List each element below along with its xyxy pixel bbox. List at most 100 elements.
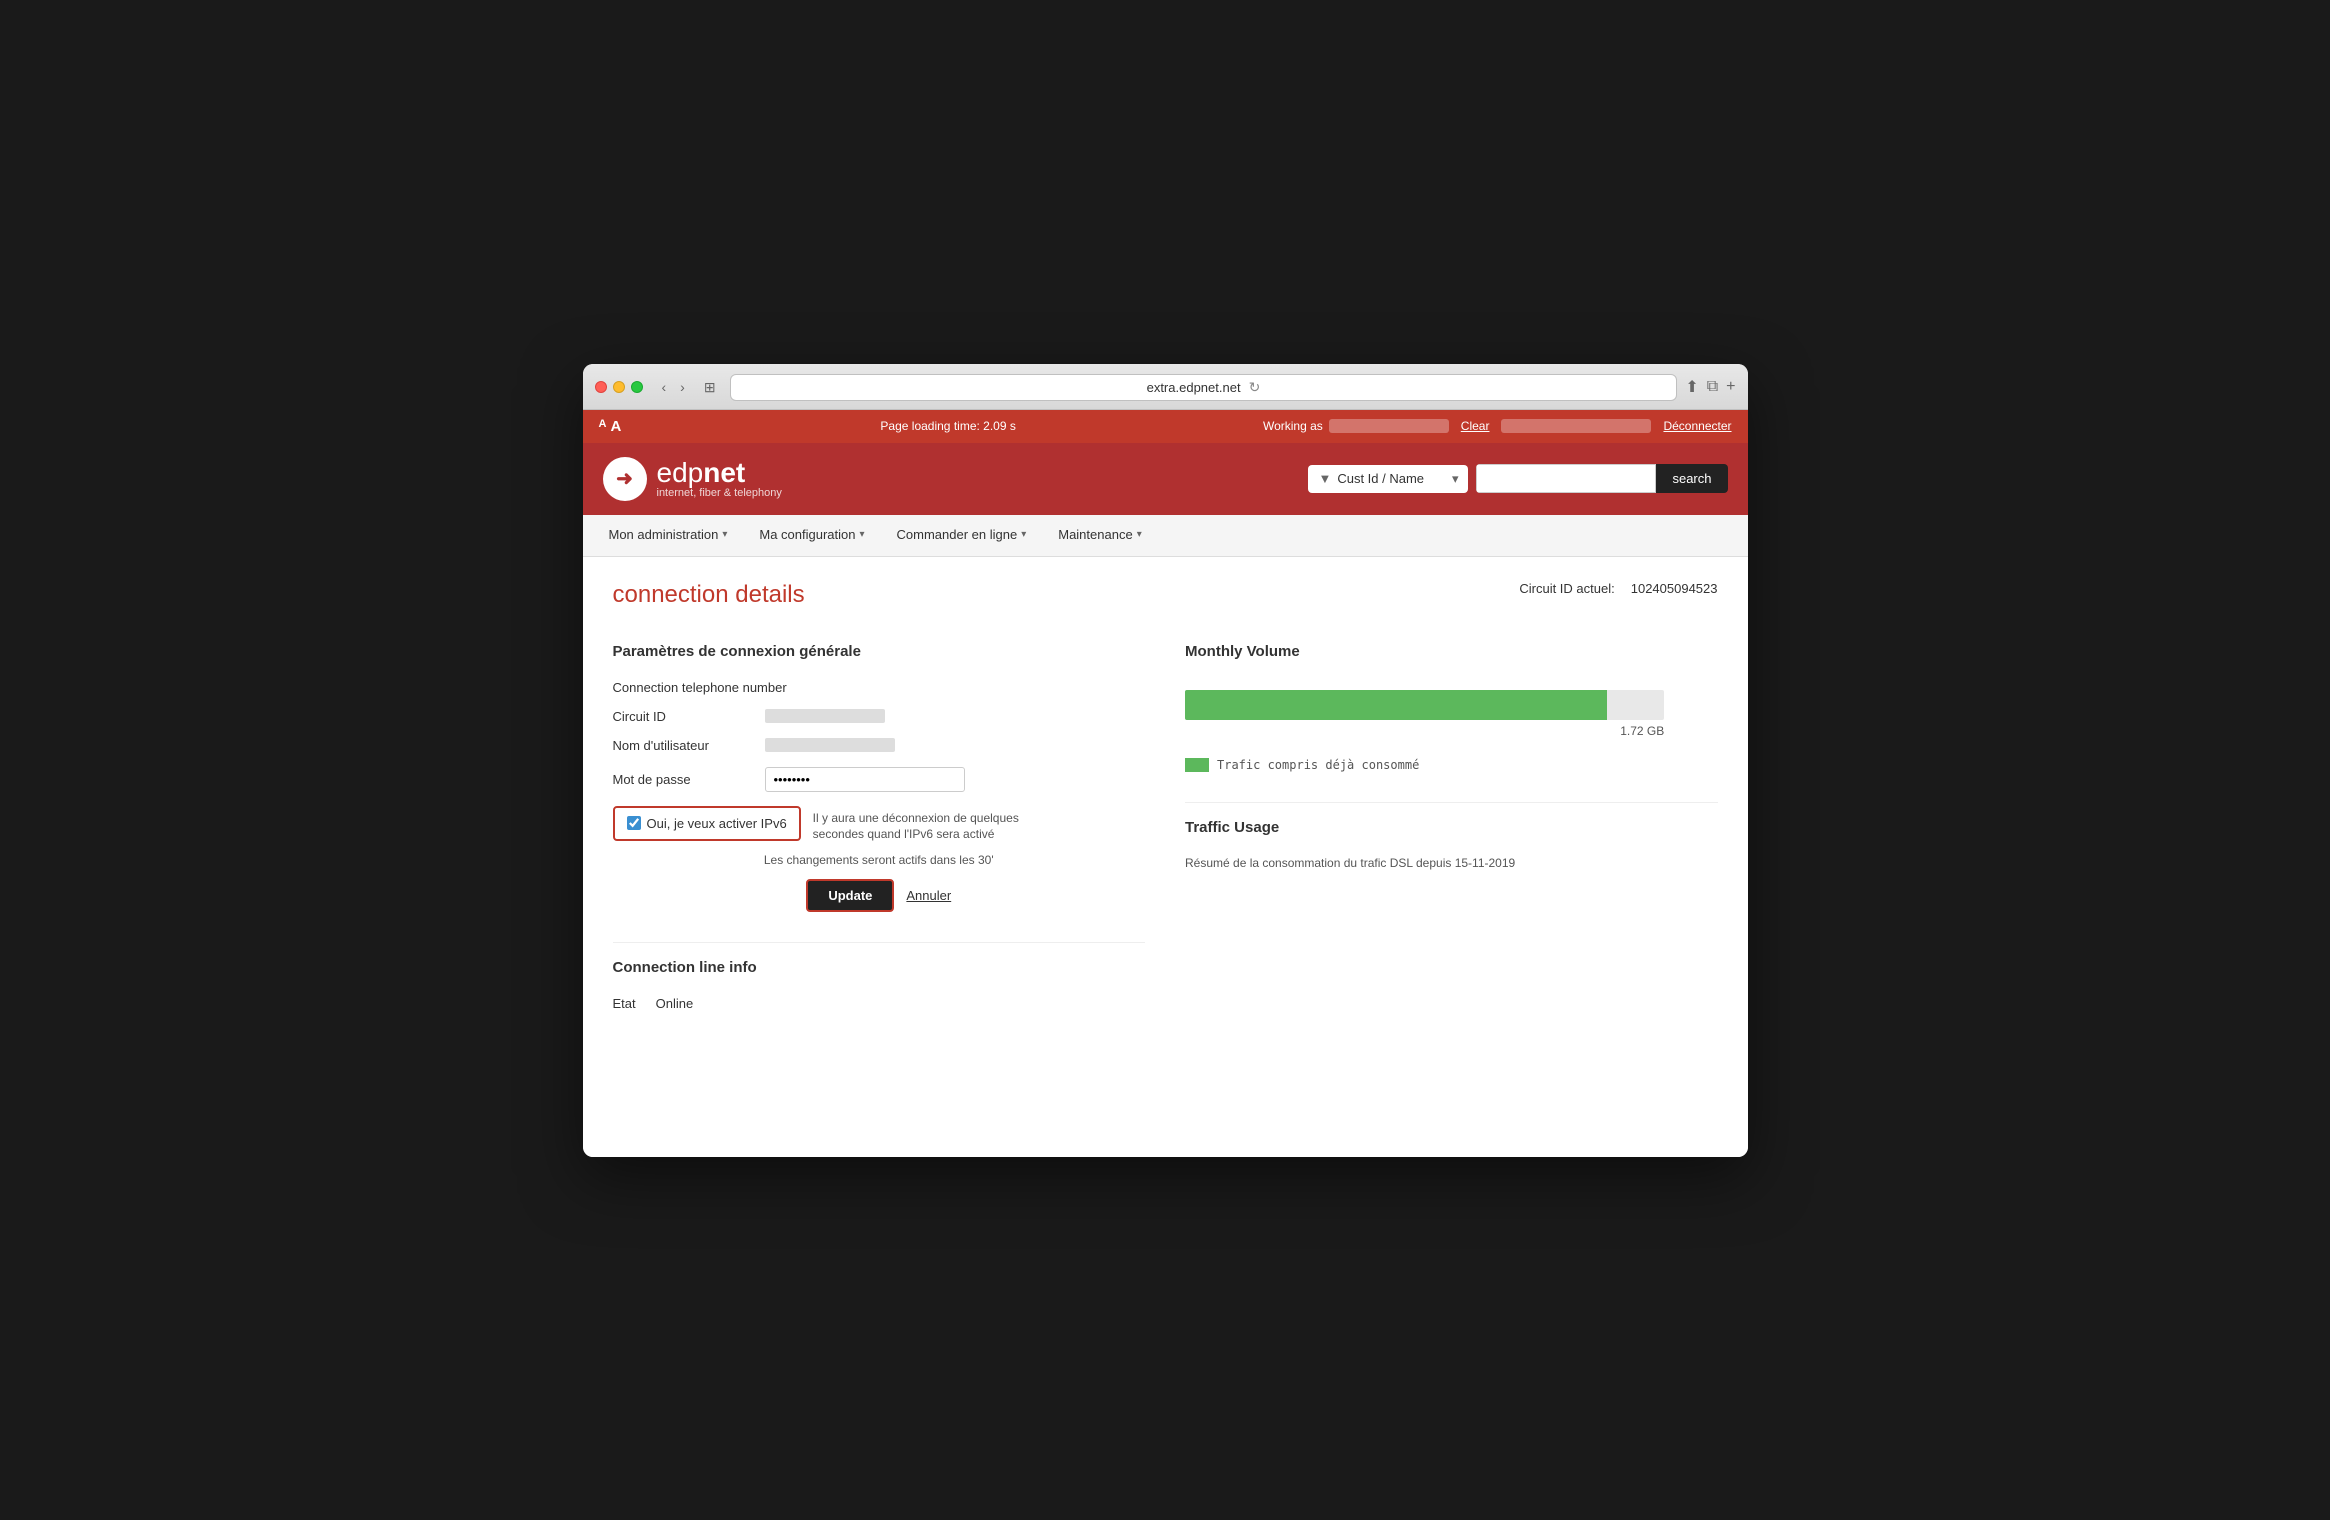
share-button[interactable]: ⬆ — [1685, 377, 1698, 397]
password-label: Mot de passe — [613, 772, 753, 787]
main-content: connection details Circuit ID actuel: 10… — [583, 557, 1748, 1157]
page-title: connection details — [613, 581, 805, 609]
logo-net: net — [703, 457, 745, 488]
monthly-volume-title: Monthly Volume — [1185, 643, 1718, 660]
font-large-button[interactable]: A — [610, 418, 621, 435]
left-column: Paramètres de connexion générale Connect… — [613, 643, 1146, 1012]
nav-administration-label: Mon administration — [609, 527, 719, 542]
filter-icon: ▼ — [1318, 471, 1331, 486]
traffic-usage-title: Traffic Usage — [1185, 819, 1718, 836]
volume-bar-bg — [1185, 690, 1664, 720]
ipv6-checkbox-box[interactable]: Oui, je veux activer IPv6 — [613, 806, 801, 841]
nav-item-maintenance[interactable]: Maintenance ▾ — [1042, 515, 1157, 556]
annuler-link[interactable]: Annuler — [906, 888, 951, 903]
filter-label: Cust Id / Name — [1337, 471, 1424, 486]
username-label: Nom d'utilisateur — [613, 738, 753, 753]
content-columns: Paramètres de connexion générale Connect… — [613, 643, 1718, 1012]
header-search: ▼ Cust Id / Name ▾ search — [1308, 464, 1727, 493]
nav-configuration-chevron: ▾ — [859, 529, 864, 540]
username-row: Nom d'utilisateur — [613, 738, 1146, 753]
params-section-title: Paramètres de connexion générale — [613, 643, 1146, 660]
font-small-button[interactable]: A — [599, 418, 607, 435]
ipv6-description: Il y aura une déconnexion de quelques se… — [813, 806, 1033, 844]
ipv6-checkbox[interactable] — [627, 816, 641, 830]
account-value — [1501, 419, 1651, 433]
back-button[interactable]: ‹ — [657, 377, 672, 397]
nav-buttons: ‹ › — [657, 377, 690, 397]
nav-maintenance-label: Maintenance — [1058, 527, 1132, 542]
working-as-value — [1329, 419, 1449, 433]
update-button[interactable]: Update — [806, 879, 894, 912]
legend-label: Trafic compris déjà consommé — [1217, 758, 1419, 772]
search-button[interactable]: search — [1656, 464, 1727, 493]
logo-icon: ➜ — [603, 457, 647, 501]
nav-configuration-label: Ma configuration — [759, 527, 855, 542]
right-column: Monthly Volume 1.72 GB Trafic compris dé… — [1185, 643, 1718, 1012]
admin-bar: A A Page loading time: 2.09 s Working as… — [583, 410, 1748, 443]
sidebar-toggle-button[interactable]: ⊞ — [698, 377, 722, 398]
connection-phone-label: Connection telephone number — [613, 680, 787, 695]
password-row: Mot de passe — [613, 767, 1146, 792]
username-value — [765, 738, 895, 752]
forward-button[interactable]: › — [675, 377, 690, 397]
circuit-id-row-form: Circuit ID — [613, 709, 1146, 724]
etat-value: Online — [656, 996, 694, 1011]
minimize-button[interactable] — [613, 381, 625, 393]
font-controls: A A — [599, 418, 622, 435]
password-input[interactable] — [765, 767, 965, 792]
logo-area: ➜ edpnet internet, fiber & telephony — [603, 457, 782, 501]
logo-text-area: edpnet internet, fiber & telephony — [657, 459, 782, 499]
nav-item-administration[interactable]: Mon administration ▾ — [593, 515, 744, 556]
connection-line-title: Connection line info — [613, 959, 1146, 976]
plus-button[interactable]: + — [1726, 377, 1735, 397]
connection-phone-row: Connection telephone number — [613, 680, 1146, 695]
legend-box — [1185, 758, 1209, 772]
filter-dropdown[interactable]: ▼ Cust Id / Name ▾ — [1308, 465, 1468, 493]
deconnecter-button[interactable]: Déconnecter — [1663, 419, 1731, 433]
search-box: search — [1476, 464, 1727, 493]
refresh-button[interactable]: ↻ — [1249, 379, 1261, 396]
circuit-id-form-label: Circuit ID — [613, 709, 753, 724]
volume-label: 1.72 GB — [1185, 724, 1664, 738]
logo-edp: edp — [657, 457, 704, 488]
volume-bar-fill — [1185, 690, 1607, 720]
changes-note: Les changements seront actifs dans les 3… — [613, 853, 1146, 867]
volume-bar-container: 1.72 GB — [1185, 690, 1718, 738]
clear-button[interactable]: Clear — [1461, 419, 1490, 433]
main-nav: Mon administration ▾ Ma configuration ▾ … — [583, 515, 1748, 557]
logo-text: edpnet — [657, 459, 782, 487]
nav-commander-chevron: ▾ — [1021, 529, 1026, 540]
newtab-button[interactable]: ⧉ — [1707, 377, 1718, 397]
browser-window: ‹ › ⊞ extra.edpnet.net ↻ ⬆ ⧉ + A A Page … — [583, 364, 1748, 1157]
working-as-label: Working as — [1263, 419, 1323, 433]
logo-subtitle: internet, fiber & telephony — [657, 487, 782, 499]
url-display: extra.edpnet.net — [1147, 380, 1241, 395]
page-load-time: Page loading time: 2.09 s — [880, 419, 1015, 433]
address-bar: extra.edpnet.net ↻ — [730, 374, 1678, 401]
volume-legend: Trafic compris déjà consommé — [1185, 758, 1718, 772]
traffic-usage-section: Traffic Usage Résumé de la consommation … — [1185, 802, 1718, 870]
traffic-lights — [595, 381, 643, 393]
traffic-usage-subtitle: Résumé de la consommation du trafic DSL … — [1185, 856, 1718, 870]
circuit-id-form-value — [765, 709, 885, 723]
close-button[interactable] — [595, 381, 607, 393]
circuit-id-label: Circuit ID actuel: — [1519, 581, 1614, 596]
site-header: ➜ edpnet internet, fiber & telephony ▼ C… — [583, 443, 1748, 515]
ipv6-label: Oui, je veux activer IPv6 — [647, 816, 787, 831]
circuit-id-row: Circuit ID actuel: 102405094523 — [1519, 581, 1717, 596]
etat-row: Etat Online — [613, 996, 1146, 1011]
circuit-id-value: 102405094523 — [1631, 581, 1718, 596]
connection-line-section: Connection line info Etat Online — [613, 942, 1146, 1011]
action-buttons: Update Annuler — [613, 879, 1146, 912]
nav-administration-chevron: ▾ — [722, 529, 727, 540]
browser-actions: ⬆ ⧉ + — [1685, 377, 1735, 397]
nav-commander-label: Commander en ligne — [897, 527, 1018, 542]
maximize-button[interactable] — [631, 381, 643, 393]
search-input[interactable] — [1476, 464, 1656, 493]
nav-maintenance-chevron: ▾ — [1137, 529, 1142, 540]
nav-item-configuration[interactable]: Ma configuration ▾ — [743, 515, 880, 556]
nav-item-commander[interactable]: Commander en ligne ▾ — [881, 515, 1043, 556]
monthly-volume-section: 1.72 GB Trafic compris déjà consommé — [1185, 690, 1718, 772]
etat-label: Etat — [613, 996, 636, 1011]
ipv6-row: Oui, je veux activer IPv6 Il y aura une … — [613, 806, 1146, 844]
